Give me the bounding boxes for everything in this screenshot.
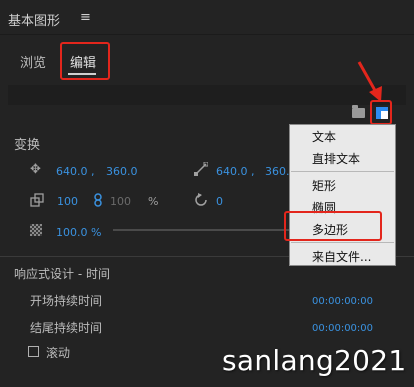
outro-duration-value[interactable]: 00:00:00:00 xyxy=(312,323,373,334)
pointer-arrow xyxy=(357,61,382,102)
menu-separator xyxy=(291,171,394,172)
menu-item-rectangle[interactable]: 矩形 xyxy=(312,177,336,194)
intro-duration-label: 开场持续时间 xyxy=(30,294,103,308)
header-divider xyxy=(0,34,414,35)
transform-title: 变换 xyxy=(14,138,41,153)
scale-unit: % xyxy=(148,195,159,208)
anchor-comma: , xyxy=(251,165,255,178)
responsive-time-title: 响应式设计 - 时间 xyxy=(14,267,110,281)
position-move-icon: ✥ xyxy=(30,162,41,177)
menu-item-from-file[interactable]: 来自文件... xyxy=(312,248,371,265)
panel-title: 基本图形 xyxy=(8,14,61,29)
tab-browse[interactable]: 浏览 xyxy=(20,52,46,71)
position-comma: , xyxy=(91,165,95,178)
opacity-slider[interactable] xyxy=(113,229,289,231)
new-group-folder-icon[interactable] xyxy=(352,105,365,118)
scale-height: 100 xyxy=(110,195,131,208)
link-chain-icon[interactable] xyxy=(94,193,102,207)
menu-item-vertical-text[interactable]: 直排文本 xyxy=(312,150,360,167)
rotation-icon xyxy=(195,193,207,206)
opacity-checker-icon xyxy=(30,224,42,236)
roll-label: 滚动 xyxy=(46,346,71,360)
anchor-x[interactable]: 640.0 xyxy=(216,165,248,178)
roll-checkbox[interactable] xyxy=(28,346,39,357)
polygon-highlight xyxy=(284,211,382,241)
outro-duration-label: 结尾持续时间 xyxy=(30,321,103,335)
watermark: sanlang2021 xyxy=(222,344,407,377)
menu-item-text[interactable]: 文本 xyxy=(312,128,336,145)
new-layer-menu: 文本 直排文本 矩形 椭圆 多边形 来自文件... xyxy=(289,124,396,266)
menu-separator xyxy=(291,242,394,243)
rotation-value[interactable]: 0 xyxy=(216,195,223,208)
panel-menu-icon[interactable]: ≡ xyxy=(80,10,91,25)
tab-edit-highlight xyxy=(60,42,110,80)
layer-list[interactable] xyxy=(8,85,406,105)
anchor-point-icon xyxy=(194,162,208,176)
scale-icon xyxy=(30,193,44,207)
scale-width[interactable]: 100 xyxy=(57,195,78,208)
position-x[interactable]: 640.0 xyxy=(56,165,88,178)
intro-duration-value[interactable]: 00:00:00:00 xyxy=(312,296,373,307)
opacity-value[interactable]: 100.0 % xyxy=(56,226,101,239)
position-y[interactable]: 360.0 xyxy=(106,165,138,178)
